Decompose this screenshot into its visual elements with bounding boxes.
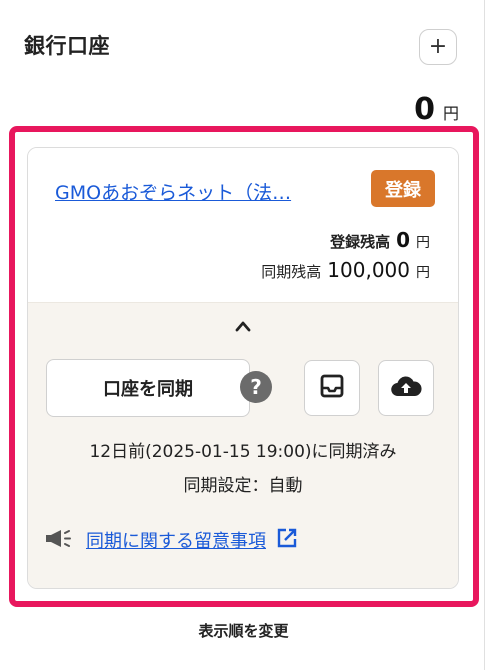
total-unit: 円: [442, 104, 459, 123]
add-account-button[interactable]: +: [419, 29, 457, 65]
registered-balance-value: 0: [396, 228, 410, 252]
plus-icon: +: [428, 34, 448, 59]
bank-accounts-panel: 銀行口座 + 0 円 GMOあおぞらネット（法… 登録 登録残高 0 円 同期残…: [0, 0, 487, 670]
account-card: GMOあおぞらネット（法… 登録 登録残高 0 円 同期残高 100,000 円…: [27, 147, 459, 589]
registered-balance-unit: 円: [416, 235, 430, 251]
cloud-upload-icon: [390, 374, 422, 402]
sync-account-button[interactable]: 口座を同期: [46, 359, 250, 417]
inbox-icon: [319, 373, 345, 403]
synced-balance-row: 同期残高 100,000 円: [261, 258, 430, 282]
account-summary: GMOあおぞらネット（法… 登録 登録残高 0 円 同期残高 100,000 円: [28, 148, 458, 302]
total-amount: 0: [414, 92, 435, 127]
megaphone-icon: [44, 527, 76, 553]
external-link-icon[interactable]: [276, 527, 298, 553]
sync-notice-link[interactable]: 同期に関する留意事項: [86, 527, 266, 553]
registered-balance-label: 登録残高: [330, 233, 391, 251]
reorder-button[interactable]: 表示順を変更: [0, 620, 487, 641]
inbox-button[interactable]: [304, 360, 360, 416]
sync-notice-row: 同期に関する留意事項: [44, 525, 298, 555]
status-badge: 登録: [371, 170, 435, 207]
total-balance: 0 円: [414, 92, 459, 127]
upload-button[interactable]: [378, 360, 434, 416]
synced-balance-unit: 円: [416, 265, 430, 281]
section-title: 銀行口座: [24, 34, 110, 58]
panel-divider: [484, 0, 485, 670]
account-name-link[interactable]: GMOあおぞらネット（法…: [55, 178, 291, 205]
help-icon[interactable]: ?: [240, 371, 272, 403]
sync-status-text: 12日前(2025-01-15 19:00)に同期済み: [89, 442, 397, 462]
chevron-up-icon[interactable]: [231, 317, 255, 335]
synced-balance-value: 100,000: [327, 258, 410, 282]
account-details: 口座を同期 ? 12日前(2025-01-15 19:00)に同期済み 同期設定…: [28, 302, 458, 588]
registered-balance-row: 登録残高 0 円: [330, 228, 430, 252]
synced-balance-label: 同期残高: [261, 263, 322, 281]
sync-setting-text: 同期設定：自動: [183, 476, 303, 496]
